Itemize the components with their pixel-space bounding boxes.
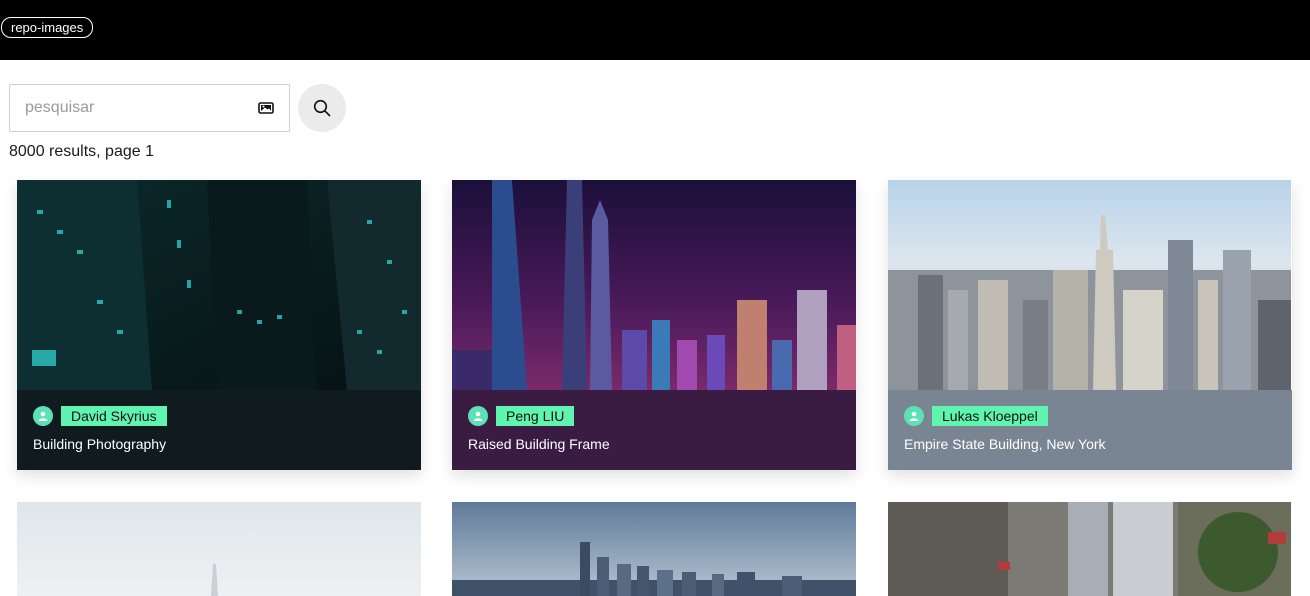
user-icon: [38, 411, 48, 421]
search-icon: [313, 99, 331, 117]
avatar[interactable]: [33, 406, 53, 426]
card-image[interactable]: [888, 180, 1292, 390]
image-card[interactable]: [888, 502, 1292, 596]
author-name[interactable]: Peng LIU: [496, 406, 575, 426]
author-name[interactable]: David Skyrius: [61, 406, 167, 426]
image-card[interactable]: Lukas Kloeppel Empire State Building, Ne…: [888, 180, 1292, 470]
card-title: Raised Building Frame: [468, 436, 610, 452]
author-row: Peng LIU: [468, 406, 575, 426]
card-image[interactable]: [452, 180, 856, 390]
card-title: Empire State Building, New York: [904, 436, 1106, 452]
card-info: David Skyrius Building Photography: [17, 390, 421, 470]
search-button[interactable]: [298, 84, 346, 132]
app-logo[interactable]: repo-images: [1, 17, 94, 38]
card-image[interactable]: [452, 502, 856, 596]
card-info: Lukas Kloeppel Empire State Building, Ne…: [888, 390, 1292, 470]
image-card[interactable]: Peng LIU Raised Building Frame: [452, 180, 856, 470]
card-image[interactable]: [888, 502, 1292, 596]
image-card[interactable]: David Skyrius Building Photography: [17, 180, 421, 470]
author-row: Lukas Kloeppel: [904, 406, 1048, 426]
results-summary: 8000 results, page 1: [9, 143, 154, 160]
search-field: [9, 84, 290, 132]
card-image[interactable]: [17, 180, 421, 390]
user-icon: [473, 411, 483, 421]
image-card[interactable]: [452, 502, 856, 596]
author-name[interactable]: Lukas Kloeppel: [932, 406, 1048, 426]
image-card[interactable]: [17, 502, 421, 596]
card-image[interactable]: [17, 502, 421, 596]
image-search-icon[interactable]: [258, 100, 274, 116]
avatar[interactable]: [468, 406, 488, 426]
search-input[interactable]: [25, 85, 245, 131]
card-title: Building Photography: [33, 436, 167, 452]
user-icon: [909, 411, 919, 421]
author-row: David Skyrius: [33, 406, 167, 426]
avatar[interactable]: [904, 406, 924, 426]
card-info: Peng LIU Raised Building Frame: [452, 390, 856, 470]
top-navbar: repo-images: [0, 0, 1310, 60]
